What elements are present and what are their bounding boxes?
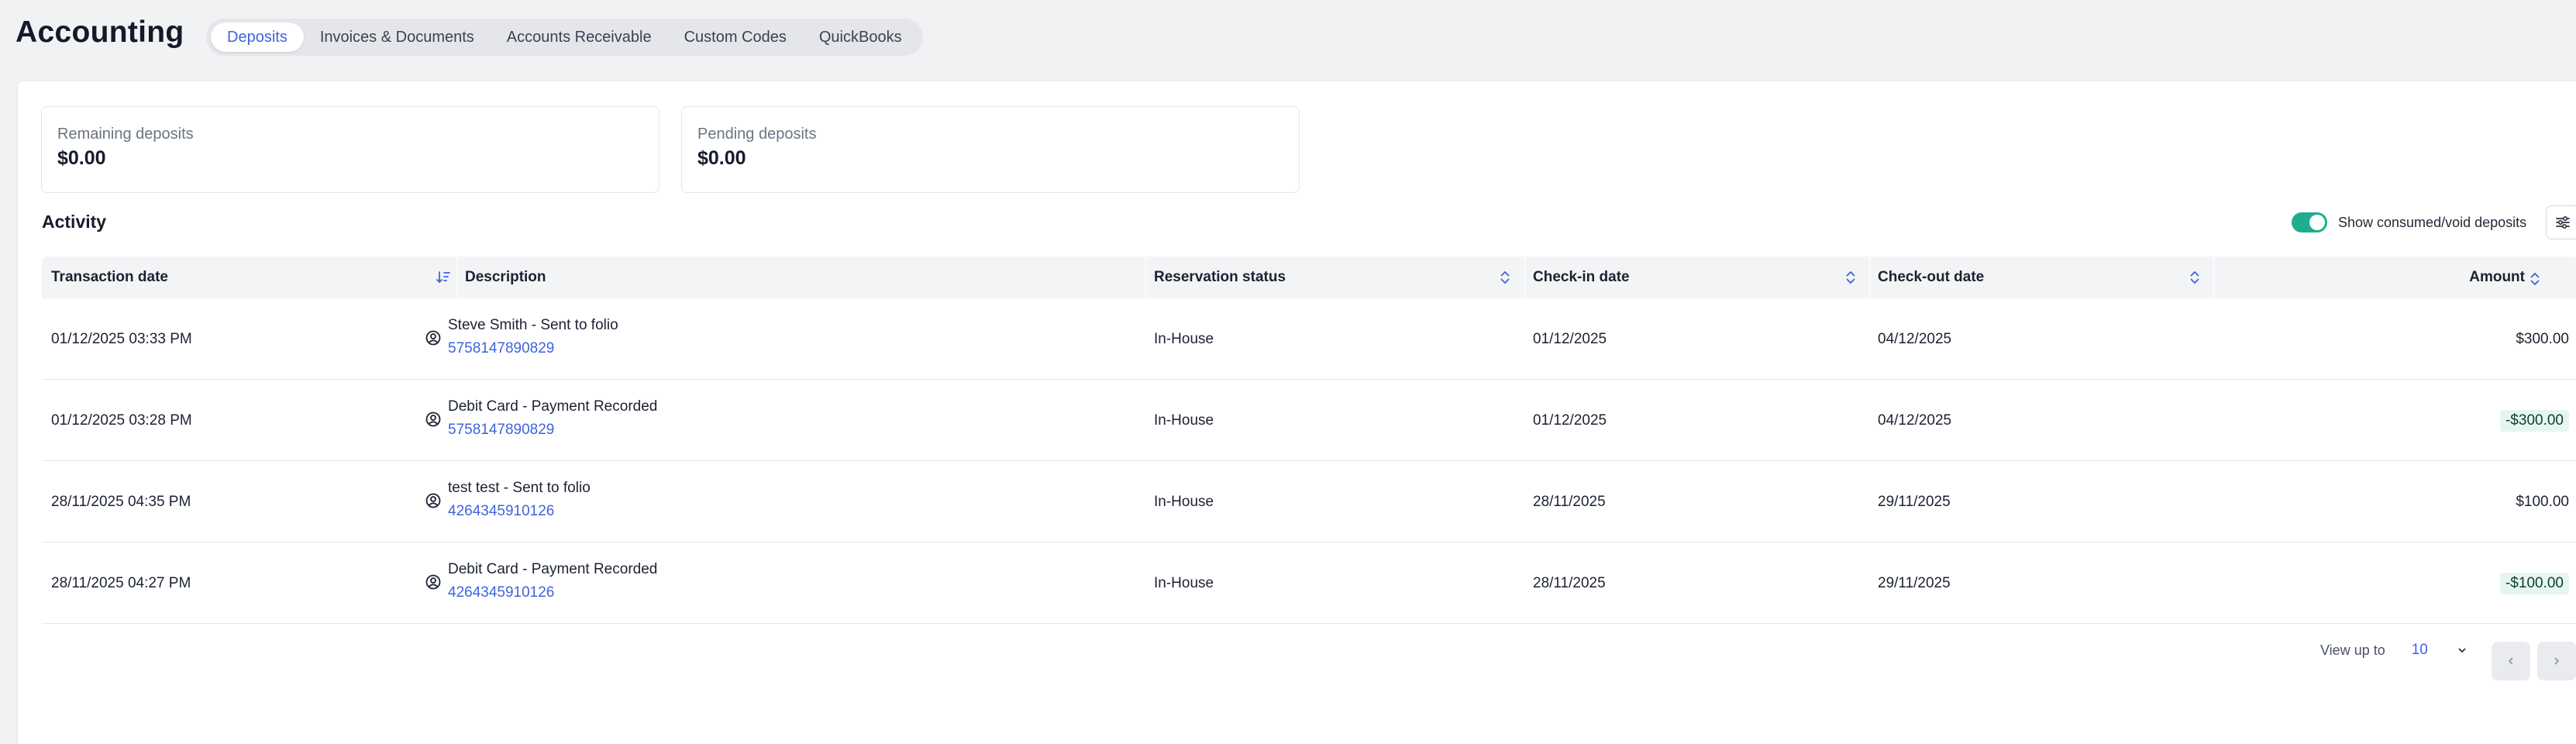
toggle-label: Show consumed/void deposits <box>2338 214 2527 230</box>
top-bar: Accounting Deposits Invoices & Documents… <box>0 0 2576 81</box>
column-settings-button[interactable] <box>2546 205 2576 239</box>
amount-value: $100.00 <box>2516 493 2569 510</box>
reservation-link[interactable]: 4264345910126 <box>448 580 657 606</box>
amount: $300.00 <box>2516 298 2569 380</box>
reservation-link[interactable]: 5758147890829 <box>448 417 657 443</box>
toggle-switch[interactable] <box>2292 212 2327 232</box>
table-row[interactable]: 01/12/2025 03:33 PM Steve Smith - Sent t… <box>42 298 2576 380</box>
remaining-deposits-card: Remaining deposits $0.00 <box>41 106 659 193</box>
table-row[interactable]: 28/11/2025 04:27 PM Debit Card - Payment… <box>42 542 2576 624</box>
checkout-date: 29/11/2025 <box>1878 574 1951 591</box>
sort-icon[interactable] <box>1844 270 1857 285</box>
table-header: Transaction date Description Reservation… <box>42 257 2576 298</box>
description: Debit Card - Payment Recorded 5758147890… <box>448 397 657 443</box>
transaction-date: 01/12/2025 03:28 PM <box>51 412 192 429</box>
col-checkout-date[interactable]: Check-out date <box>1878 257 1984 298</box>
reservation-status: In-House <box>1154 574 1214 591</box>
pending-deposits-value: $0.00 <box>697 147 746 169</box>
next-page-button[interactable] <box>2537 642 2576 680</box>
checkin-date: 01/12/2025 <box>1533 330 1607 347</box>
user-icon <box>425 412 441 427</box>
checkout-date: 04/12/2025 <box>1878 330 1952 347</box>
pending-deposits-label: Pending deposits <box>697 126 817 143</box>
reservation-link[interactable]: 4264345910126 <box>448 498 591 525</box>
tab-deposits[interactable]: Deposits <box>211 22 304 52</box>
deposits-panel: Remaining deposits $0.00 Pending deposit… <box>17 81 2576 744</box>
col-description: Description <box>465 269 546 285</box>
transaction-date: 28/11/2025 04:35 PM <box>51 493 191 510</box>
page-size-value[interactable]: 10 <box>2412 642 2428 659</box>
previous-page-button[interactable] <box>2492 642 2530 680</box>
table-row[interactable]: 01/12/2025 03:28 PM Debit Card - Payment… <box>42 380 2576 461</box>
amount-value: -$100.00 <box>2499 572 2569 594</box>
sort-icon[interactable] <box>1499 270 1511 285</box>
col-transaction-date[interactable]: Transaction date <box>51 257 168 298</box>
checkin-date: 28/11/2025 <box>1533 493 1606 510</box>
reservation-status: In-House <box>1154 412 1214 429</box>
remaining-deposits-value: $0.00 <box>57 147 106 169</box>
description: test test - Sent to folio 4264345910126 <box>448 478 591 525</box>
activity-table: Transaction date Description Reservation… <box>42 257 2576 624</box>
page-title: Accounting <box>15 16 184 49</box>
tab-accounts-receivable[interactable]: Accounts Receivable <box>491 22 668 52</box>
tab-quickbooks[interactable]: QuickBooks <box>803 22 918 52</box>
view-up-to-label: View up to <box>2320 642 2385 658</box>
chevron-down-icon[interactable] <box>2456 644 2468 656</box>
col-reservation-status[interactable]: Reservation status <box>1154 257 1286 298</box>
sort-icon[interactable] <box>2529 271 2541 287</box>
pending-deposits-card: Pending deposits $0.00 <box>681 106 1300 193</box>
sliders-icon <box>2556 215 2570 229</box>
amount: -$100.00 <box>2499 542 2569 624</box>
toggle-knob <box>2309 215 2325 230</box>
tab-invoices-documents[interactable]: Invoices & Documents <box>304 22 491 52</box>
description-text: Debit Card - Payment Recorded <box>448 561 658 577</box>
activity-title: Activity <box>42 212 107 232</box>
amount: $100.00 <box>2516 461 2569 542</box>
user-icon <box>425 330 441 346</box>
reservation-link[interactable]: 5758147890829 <box>448 336 618 362</box>
checkin-date: 01/12/2025 <box>1533 412 1607 429</box>
user-icon <box>425 574 441 590</box>
transaction-date: 28/11/2025 04:27 PM <box>51 574 191 591</box>
checkout-date: 29/11/2025 <box>1878 493 1951 510</box>
page-size-selector[interactable]: View up to 10 <box>2320 642 2468 659</box>
transaction-date: 01/12/2025 03:33 PM <box>51 330 192 347</box>
col-amount[interactable]: Amount <box>2447 257 2525 298</box>
amount-value: $300.00 <box>2516 330 2569 347</box>
tab-bar: Deposits Invoices & Documents Accounts R… <box>206 19 923 56</box>
sort-desc-icon[interactable] <box>436 270 451 285</box>
description: Debit Card - Payment Recorded 4264345910… <box>448 560 657 606</box>
description-text: Steve Smith - Sent to folio <box>448 317 618 333</box>
chevron-right-icon <box>2554 657 2560 665</box>
user-icon <box>425 493 441 508</box>
tab-custom-codes[interactable]: Custom Codes <box>668 22 803 52</box>
chevron-left-icon <box>2508 657 2513 665</box>
description: Steve Smith - Sent to folio 575814789082… <box>448 315 618 362</box>
description-text: test test - Sent to folio <box>448 480 591 496</box>
show-consumed-toggle[interactable]: Show consumed/void deposits <box>2292 210 2526 235</box>
col-checkin-date[interactable]: Check-in date <box>1533 257 1630 298</box>
description-text: Debit Card - Payment Recorded <box>448 398 658 415</box>
remaining-deposits-label: Remaining deposits <box>57 126 194 143</box>
amount: -$300.00 <box>2499 380 2569 461</box>
checkin-date: 28/11/2025 <box>1533 574 1606 591</box>
reservation-status: In-House <box>1154 493 1214 510</box>
reservation-status: In-House <box>1154 330 1214 347</box>
sort-icon[interactable] <box>2189 270 2201 285</box>
checkout-date: 04/12/2025 <box>1878 412 1952 429</box>
table-row[interactable]: 28/11/2025 04:35 PM test test - Sent to … <box>42 461 2576 542</box>
amount-value: -$300.00 <box>2499 409 2569 432</box>
